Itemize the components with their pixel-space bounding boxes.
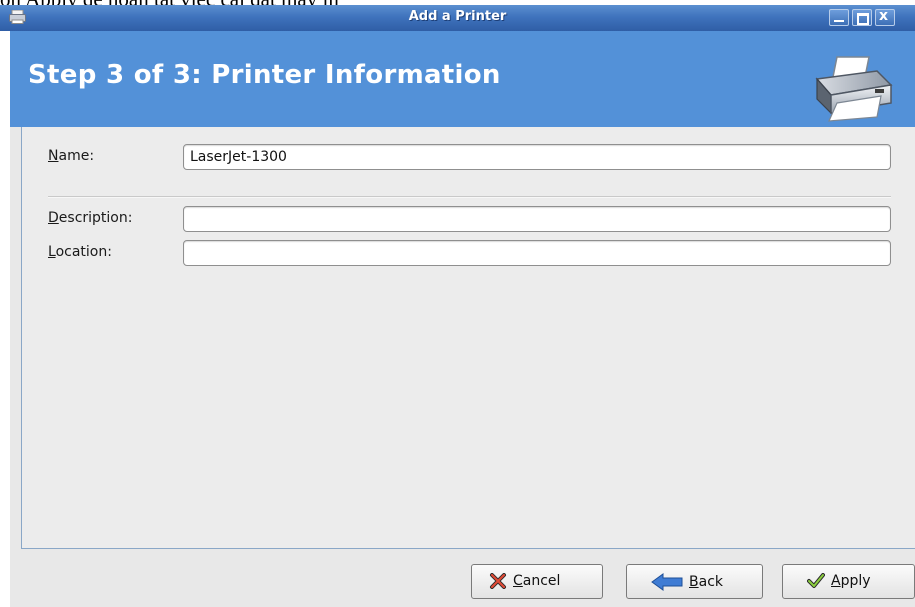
separator: [48, 196, 891, 198]
page-title: Step 3 of 3: Printer Information: [28, 60, 501, 90]
apply-label: Apply: [831, 573, 871, 589]
window-title: Add a Printer: [408, 9, 507, 24]
step-header: Step 3 of 3: Printer Information: [10, 31, 915, 127]
name-label: Name:: [48, 148, 95, 164]
printer-icon: [815, 56, 893, 122]
cancel-label: Cancel: [513, 573, 561, 589]
back-button[interactable]: Back: [626, 564, 763, 599]
name-field[interactable]: LaserJet-1300: [183, 144, 891, 170]
close-icon: x: [879, 8, 889, 24]
cancel-x-icon: [490, 573, 506, 589]
minimize-icon: [834, 20, 844, 22]
minimize-button[interactable]: [829, 9, 849, 26]
form-panel: [21, 127, 915, 549]
apply-button[interactable]: Apply: [782, 564, 915, 599]
back-arrow-icon: [651, 573, 683, 591]
cancel-button[interactable]: Cancel: [471, 564, 603, 599]
description-field[interactable]: [183, 206, 891, 232]
back-label: Back: [689, 574, 723, 590]
location-field[interactable]: [183, 240, 891, 266]
checkmark-icon: [807, 573, 825, 588]
window-titlebar[interactable]: Add a Printer x: [0, 5, 915, 31]
location-label: Location:: [48, 244, 112, 260]
maximize-button[interactable]: [852, 9, 872, 26]
close-button[interactable]: x: [875, 8, 895, 26]
maximize-icon: [857, 13, 869, 25]
description-label: Description:: [48, 210, 133, 226]
